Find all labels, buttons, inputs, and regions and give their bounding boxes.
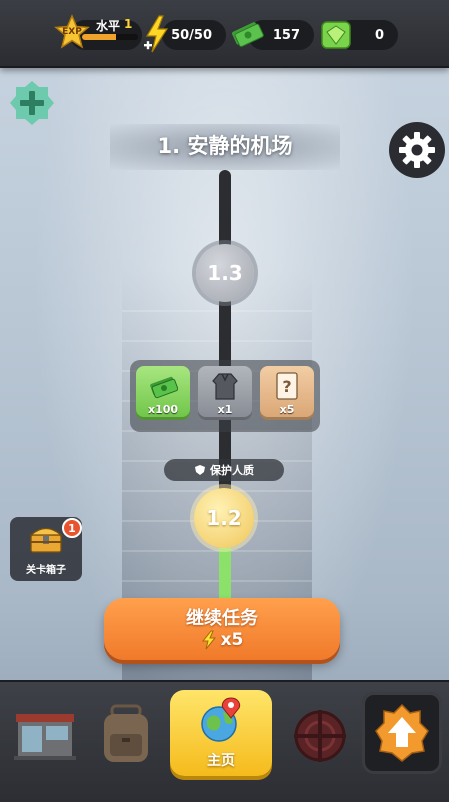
gems-value: 0: [374, 27, 384, 43]
crosshair-icon: [294, 710, 346, 762]
upgrade-arrow-icon: [375, 703, 429, 762]
jacket-icon: [212, 373, 238, 400]
add-button[interactable]: [8, 79, 56, 127]
stage-node-label: 1.2: [206, 506, 242, 530]
exp-bar: [82, 34, 138, 40]
reward-cash[interactable]: x100: [136, 366, 190, 420]
reward-panel: x100 x1 ? x5: [130, 360, 320, 432]
stage-node-current[interactable]: 1.2: [194, 488, 254, 548]
continue-label: 继续任务: [186, 608, 258, 629]
shield-icon: [195, 465, 205, 475]
nav-missions[interactable]: [282, 690, 362, 780]
treasure-chest-icon: [29, 527, 63, 553]
cash-stack-icon: [150, 376, 178, 399]
gear-icon: [399, 132, 435, 168]
backpack-icon: [104, 704, 148, 762]
top-hud: EXP 水平 1 50/50 157 0: [0, 0, 449, 68]
continue-cost: x5: [104, 630, 340, 650]
gem-icon: [321, 21, 351, 49]
nav-upgrade[interactable]: [362, 692, 442, 774]
level-label: 水平: [96, 19, 121, 33]
plus-badge-icon: [10, 81, 54, 125]
home-label: 主页: [207, 753, 235, 769]
notification-badge: 1: [62, 518, 82, 538]
energy-icon: [201, 630, 216, 650]
nav-inventory[interactable]: [88, 690, 168, 780]
continue-mission-button[interactable]: 继续任务 x5: [104, 598, 340, 660]
globe-pin-icon: [201, 697, 241, 742]
nav-shop[interactable]: [6, 690, 86, 780]
stage-node-locked[interactable]: 1.3: [196, 244, 254, 302]
shop-icon: [14, 714, 76, 760]
nav-home[interactable]: 主页: [170, 690, 272, 776]
objective-text: 保护人质: [210, 464, 254, 477]
svg-text:?: ?: [282, 377, 291, 396]
continue-cost-value: x5: [220, 630, 244, 650]
cash-value: 157: [272, 27, 300, 43]
reward-cash-qty: x100: [147, 403, 179, 416]
energy-value: 50/50: [171, 27, 212, 43]
cash-icon: [232, 22, 264, 47]
settings-button[interactable]: [389, 122, 445, 178]
objective-tag: 保护人质: [164, 459, 284, 481]
reward-gear[interactable]: x1: [198, 366, 252, 420]
reward-mystery[interactable]: ? x5: [260, 366, 314, 420]
stage-node-label: 1.3: [207, 261, 243, 285]
chest-label: 关卡箱子: [26, 565, 66, 576]
reward-mystery-qty: x5: [279, 403, 295, 416]
energy-add-icon[interactable]: [142, 14, 172, 54]
mystery-card-icon: ?: [276, 372, 298, 400]
stage-title: 1. 安静的机场: [157, 134, 293, 158]
level-value: 1: [124, 17, 133, 31]
exp-bar-fill: [82, 34, 116, 40]
reward-gear-qty: x1: [217, 403, 233, 416]
